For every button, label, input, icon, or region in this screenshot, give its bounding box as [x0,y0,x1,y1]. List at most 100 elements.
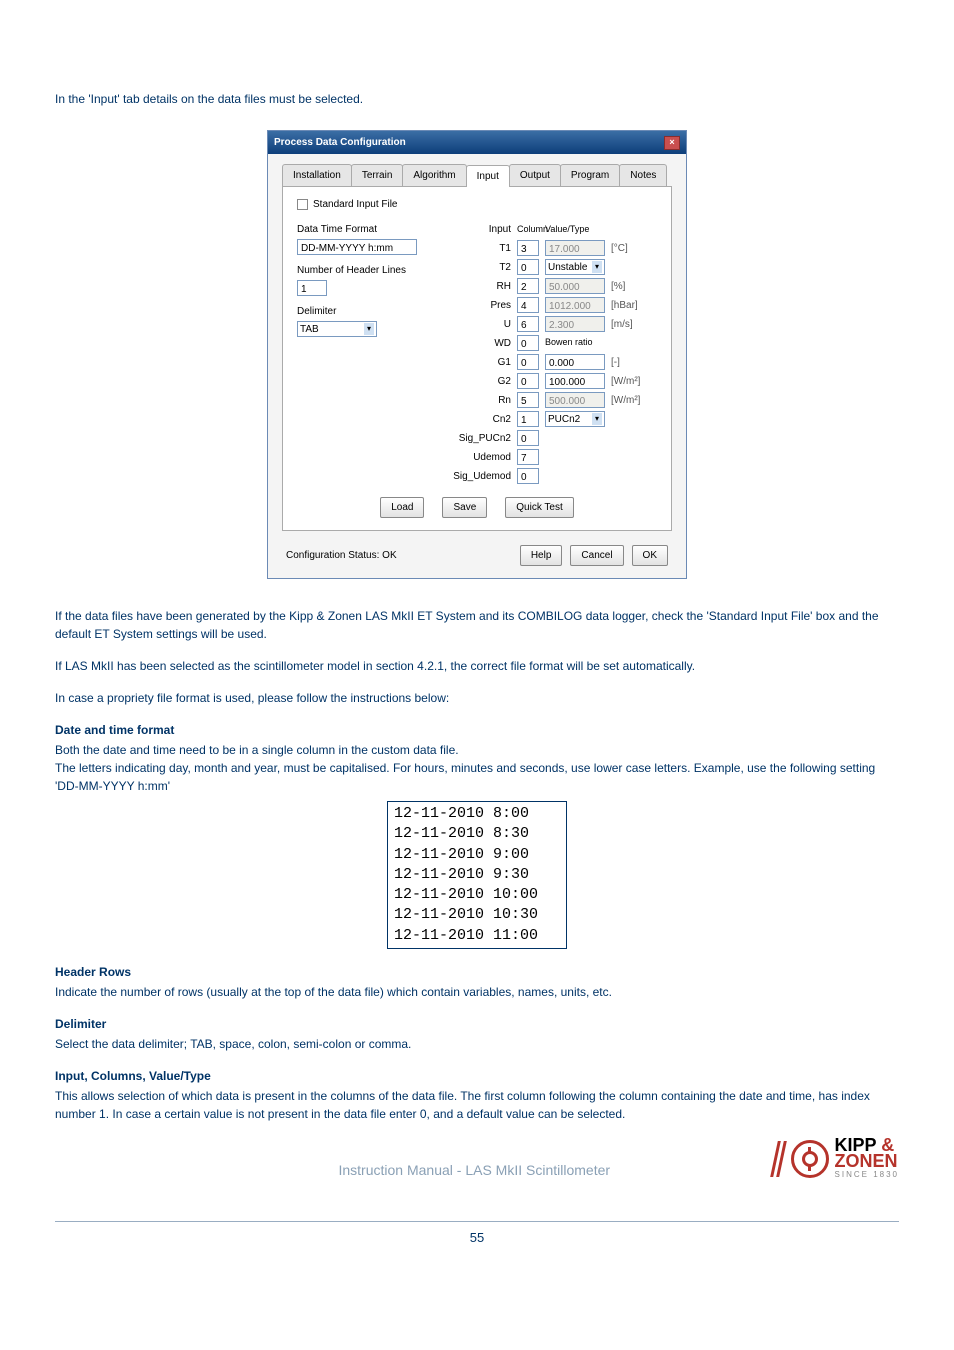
close-icon[interactable]: × [664,136,680,150]
paragraph-3: In case a propriety file format is used,… [55,689,899,707]
row-rn-col[interactable]: 5 [517,392,539,408]
tab-input[interactable]: Input [466,165,510,187]
standard-input-checkbox[interactable] [297,199,308,210]
paragraph-1: If the data files have been generated by… [55,607,899,643]
section-delimiter-heading: Delimiter [55,1015,899,1033]
row-t2-label: T2 [451,260,511,275]
page-number: 55 [55,1228,899,1248]
row-g2-label: G2 [451,374,511,389]
tab-output[interactable]: Output [509,164,561,186]
row-g2-val[interactable]: 100.000 [545,373,605,389]
row-sigudemod-label: Sig_Udemod [451,469,511,484]
tab-notes[interactable]: Notes [619,164,667,186]
tab-terrain[interactable]: Terrain [351,164,404,186]
row-g1-label: G1 [451,355,511,370]
row-pres-unit: [hBar] [611,298,657,313]
row-t2-val[interactable]: Unstable ▾ [545,259,605,275]
tab-algorithm[interactable]: Algorithm [402,164,466,186]
col-header-input: Input [451,222,511,237]
chevron-down-icon: ▾ [592,261,602,273]
row-t1-val[interactable]: 17.000 [545,240,605,256]
col-header-valuetype: Value/Type [545,223,589,237]
row-rh-label: RH [451,279,511,294]
brand-since: SINCE 1830 [835,1169,899,1181]
row-u-val[interactable]: 2.300 [545,316,605,332]
tab-installation[interactable]: Installation [282,164,352,186]
page-footer: Instruction Manual - LAS MkII Scintillom… [55,1137,899,1181]
row-cn2-val-text: PUCn2 [548,412,580,427]
row-t2-val-text: Unstable [548,260,587,275]
row-wd-col[interactable]: 0 [517,335,539,351]
col-header-column: Column [517,223,539,237]
row-rh-val[interactable]: 50.000 [545,278,605,294]
chevron-down-icon: ▾ [364,323,374,335]
section-date-p1: Both the date and time need to be in a s… [55,741,899,759]
row-cn2-label: Cn2 [451,412,511,427]
row-rn-val[interactable]: 500.000 [545,392,605,408]
intro-paragraph: In the 'Input' tab details on the data f… [55,90,899,108]
dialog-title: Process Data Configuration [274,135,406,150]
date-sample-row: 12-11-2010 8:30 [394,824,538,844]
logo-icon [791,1140,829,1178]
row-rh-col[interactable]: 2 [517,278,539,294]
save-button[interactable]: Save [442,497,487,518]
row-g1-val[interactable]: 0.000 [545,354,605,370]
brand-name-2: ZONEN [835,1151,898,1171]
load-button[interactable]: Load [380,497,424,518]
row-wd-val: Bowen ratio [545,336,593,350]
row-g2-col[interactable]: 0 [517,373,539,389]
delimiter-value: TAB [300,322,319,337]
row-wd-label: WD [451,336,511,351]
row-pres-val[interactable]: 1012.000 [545,297,605,313]
row-pres-col[interactable]: 4 [517,297,539,313]
row-cn2-col[interactable]: 1 [517,411,539,427]
row-g2-unit: [W/m²] [611,374,657,389]
row-sigudemod-col[interactable]: 0 [517,468,539,484]
date-sample-table: 12-11-2010 8:00 12-11-2010 8:30 12-11-20… [387,801,567,949]
row-u-col[interactable]: 6 [517,316,539,332]
dialog-titlebar: Process Data Configuration × [268,131,686,154]
date-sample-row: 12-11-2010 10:30 [394,905,538,925]
standard-input-label: Standard Input File [313,197,398,212]
chevron-down-icon: ▾ [592,413,602,425]
row-t1-unit: [°C] [611,241,657,256]
section-delimiter-p: Select the data delimiter; TAB, space, c… [55,1035,899,1053]
header-lines-label: Number of Header Lines [297,263,429,278]
quick-test-button[interactable]: Quick Test [505,497,574,518]
process-data-config-dialog: Process Data Configuration × Installatio… [267,130,687,579]
ok-button[interactable]: OK [632,545,668,566]
date-sample-row: 12-11-2010 8:00 [394,804,538,824]
row-g1-col[interactable]: 0 [517,354,539,370]
delimiter-label: Delimiter [297,304,429,319]
date-sample-row: 12-11-2010 11:00 [394,926,538,946]
row-u-unit: [m/s] [611,317,657,332]
row-udemod-label: Udemod [451,450,511,465]
row-t1-col[interactable]: 3 [517,240,539,256]
row-t1-label: T1 [451,241,511,256]
row-sigpucn2-label: Sig_PUCn2 [451,431,511,446]
section-ict-p: This allows selection of which data is p… [55,1087,899,1123]
row-sigpucn2-col[interactable]: 0 [517,430,539,446]
config-status: Configuration Status: OK [286,548,397,563]
row-u-label: U [451,317,511,332]
date-sample-row: 12-11-2010 10:00 [394,885,538,905]
tab-panel-input: Standard Input File Data Time Format DD-… [282,186,672,531]
row-t2-col[interactable]: 0 [517,259,539,275]
delimiter-select[interactable]: TAB ▾ [297,321,377,337]
date-format-input[interactable]: DD-MM-YYYY h:mm [297,239,417,255]
tab-strip: Installation Terrain Algorithm Input Out… [282,164,672,186]
row-udemod-col[interactable]: 7 [517,449,539,465]
row-rn-unit: [W/m²] [611,393,657,408]
row-pres-label: Pres [451,298,511,313]
row-rh-unit: [%] [611,279,657,294]
tab-program[interactable]: Program [560,164,620,186]
row-cn2-val[interactable]: PUCn2 ▾ [545,411,605,427]
help-button[interactable]: Help [520,545,563,566]
cancel-button[interactable]: Cancel [570,545,623,566]
paragraph-2: If LAS MkII has been selected as the sci… [55,657,899,675]
header-lines-input[interactable]: 1 [297,280,327,296]
dialog-screenshot: Process Data Configuration × Installatio… [55,130,899,579]
date-sample-row: 12-11-2010 9:30 [394,865,538,885]
row-g1-unit: [-] [611,355,657,370]
section-date-heading: Date and time format [55,721,899,739]
